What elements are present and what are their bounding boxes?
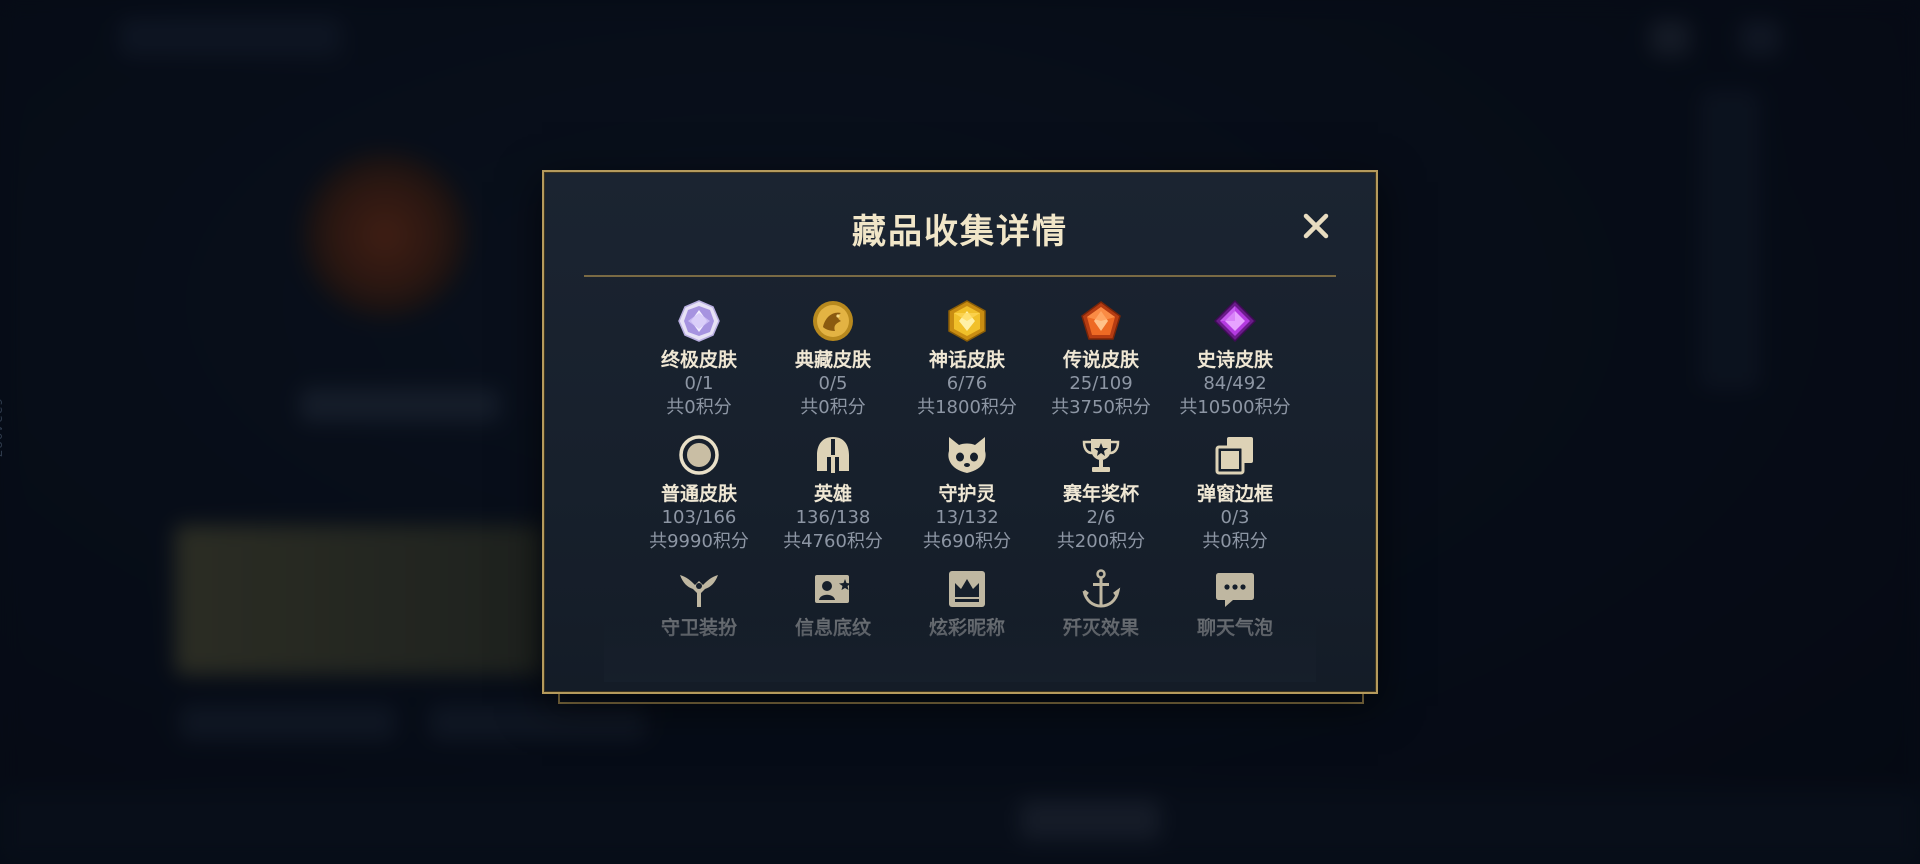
item-points: 共10500积分: [1179, 397, 1291, 418]
item-name: 歼灭效果: [1062, 617, 1139, 639]
side-id-text: 6234087: [0, 398, 4, 459]
item-points: 共3750积分: [1051, 397, 1151, 418]
collection-item-season-trophy[interactable]: 赛年奖杯 2/6 共200积分: [1034, 432, 1168, 554]
ward-skin-icon: [676, 566, 722, 612]
item-name: 史诗皮肤: [1196, 349, 1273, 371]
item-count: 0/5: [818, 373, 848, 394]
collection-item-ward-skin[interactable]: 守卫装扮: [632, 566, 766, 688]
collection-item-ace-effect[interactable]: 歼灭效果: [1034, 566, 1168, 688]
item-name: 典藏皮肤: [794, 349, 871, 371]
item-name: 终极皮肤: [660, 349, 737, 371]
item-count: 84/492: [1203, 373, 1267, 394]
ace-effect-icon: [1078, 566, 1124, 612]
item-count: 6/76: [946, 373, 988, 394]
mythic-skin-icon: [944, 298, 990, 344]
item-count: 0/1: [684, 373, 714, 394]
item-points: 共4760积分: [783, 531, 883, 552]
regular-skin-icon: [676, 432, 722, 478]
title-divider: [584, 275, 1336, 277]
item-count: 13/132: [935, 507, 999, 528]
collection-item-champion[interactable]: 英雄 136/138 共4760积分: [766, 432, 900, 554]
item-name: 炫彩昵称: [928, 617, 1005, 639]
epic-skin-icon: [1212, 298, 1258, 344]
collection-item-profile-banner[interactable]: 信息底纹: [766, 566, 900, 688]
champion-helmet-icon: [810, 432, 856, 478]
item-name: 神话皮肤: [928, 349, 1005, 371]
item-name: 守护灵: [938, 483, 996, 505]
item-name: 英雄: [813, 483, 852, 505]
item-name: 弹窗边框: [1196, 483, 1273, 505]
collector-skin-icon: [810, 298, 856, 344]
collection-item-epic-skin[interactable]: 史诗皮肤 84/492 共10500积分: [1168, 298, 1302, 420]
ultimate-skin-icon: [676, 298, 722, 344]
chat-bubble-icon: [1212, 566, 1258, 612]
close-icon: [1303, 213, 1329, 239]
collection-item-mythic-skin[interactable]: 神话皮肤 6/76 共1800积分: [900, 298, 1034, 420]
collection-item-legendary-skin[interactable]: 传说皮肤 25/109 共3750积分: [1034, 298, 1168, 420]
item-count: 0/3: [1220, 507, 1250, 528]
collection-item-nickname[interactable]: 炫彩昵称: [900, 566, 1034, 688]
collection-grid: 终极皮肤 0/1 共0积分 典藏皮肤 0/5 共0积分 神话皮肤 6/76 共1…: [632, 298, 1302, 688]
item-name: 普通皮肤: [660, 483, 737, 505]
item-points: 共200积分: [1056, 531, 1146, 552]
nickname-crown-icon: [944, 566, 990, 612]
legendary-skin-icon: [1078, 298, 1124, 344]
item-name: 聊天气泡: [1196, 617, 1273, 639]
modal-title: 藏品收集详情: [852, 212, 1068, 252]
item-count: 103/166: [661, 507, 737, 528]
collection-item-popup-frame[interactable]: 弹窗边框 0/3 共0积分: [1168, 432, 1302, 554]
item-points: 共690积分: [922, 531, 1012, 552]
item-count: 2/6: [1086, 507, 1116, 528]
item-points: 共0积分: [666, 397, 732, 418]
item-name: 传说皮肤: [1062, 349, 1139, 371]
item-points: 共0积分: [800, 397, 866, 418]
trophy-icon: [1078, 432, 1124, 478]
item-name: 信息底纹: [794, 617, 871, 639]
collection-item-collector-skin[interactable]: 典藏皮肤 0/5 共0积分: [766, 298, 900, 420]
item-points: 共0积分: [1202, 531, 1268, 552]
item-points: 共9990积分: [649, 531, 749, 552]
frame-icon: [1212, 432, 1258, 478]
collection-item-guardian[interactable]: 守护灵 13/132 共690积分: [900, 432, 1034, 554]
item-count: 136/138: [795, 507, 871, 528]
collection-item-ultimate-skin[interactable]: 终极皮肤 0/1 共0积分: [632, 298, 766, 420]
item-points: 共1800积分: [917, 397, 1017, 418]
collection-item-chat-bubble[interactable]: 聊天气泡: [1168, 566, 1302, 688]
close-button[interactable]: [1298, 208, 1334, 244]
collection-item-regular-skin[interactable]: 普通皮肤 103/166 共9990积分: [632, 432, 766, 554]
guardian-icon: [944, 432, 990, 478]
item-name: 守卫装扮: [660, 617, 737, 639]
item-count: 25/109: [1069, 373, 1133, 394]
collection-details-modal: 藏品收集详情 终极皮肤 0/1 共0积分 典藏皮肤 0/5 共0积分 神话皮肤 …: [542, 170, 1378, 694]
profile-banner-icon: [810, 566, 856, 612]
item-name: 赛年奖杯: [1062, 483, 1139, 505]
